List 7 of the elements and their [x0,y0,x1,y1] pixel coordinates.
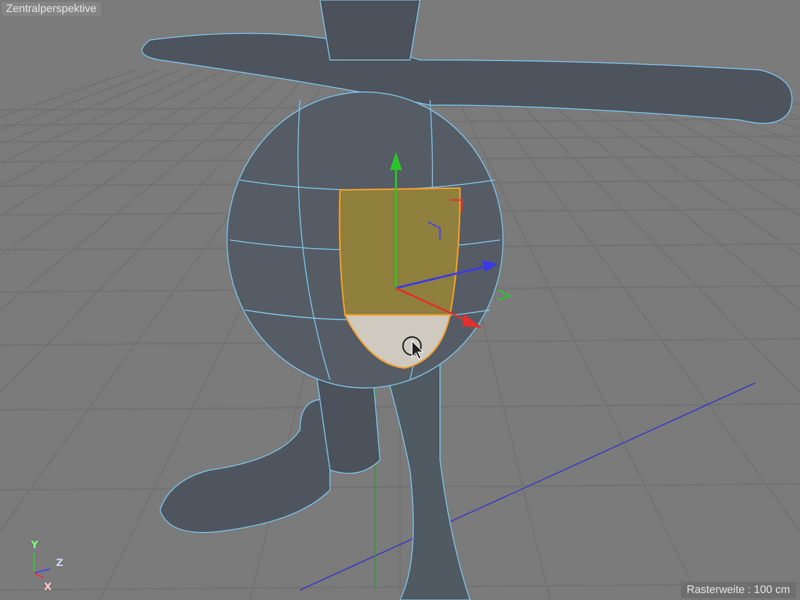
axis-label: X [44,582,52,593]
camera-label: Zentralperspektive [2,2,100,16]
mouse-cursor-icon [402,336,424,360]
grid-size-label: Rasterweite : 100 cm [680,582,796,598]
axis-indicator-icon [33,553,50,579]
axis-label: Y [31,540,38,551]
axis-label: Z [56,558,64,569]
